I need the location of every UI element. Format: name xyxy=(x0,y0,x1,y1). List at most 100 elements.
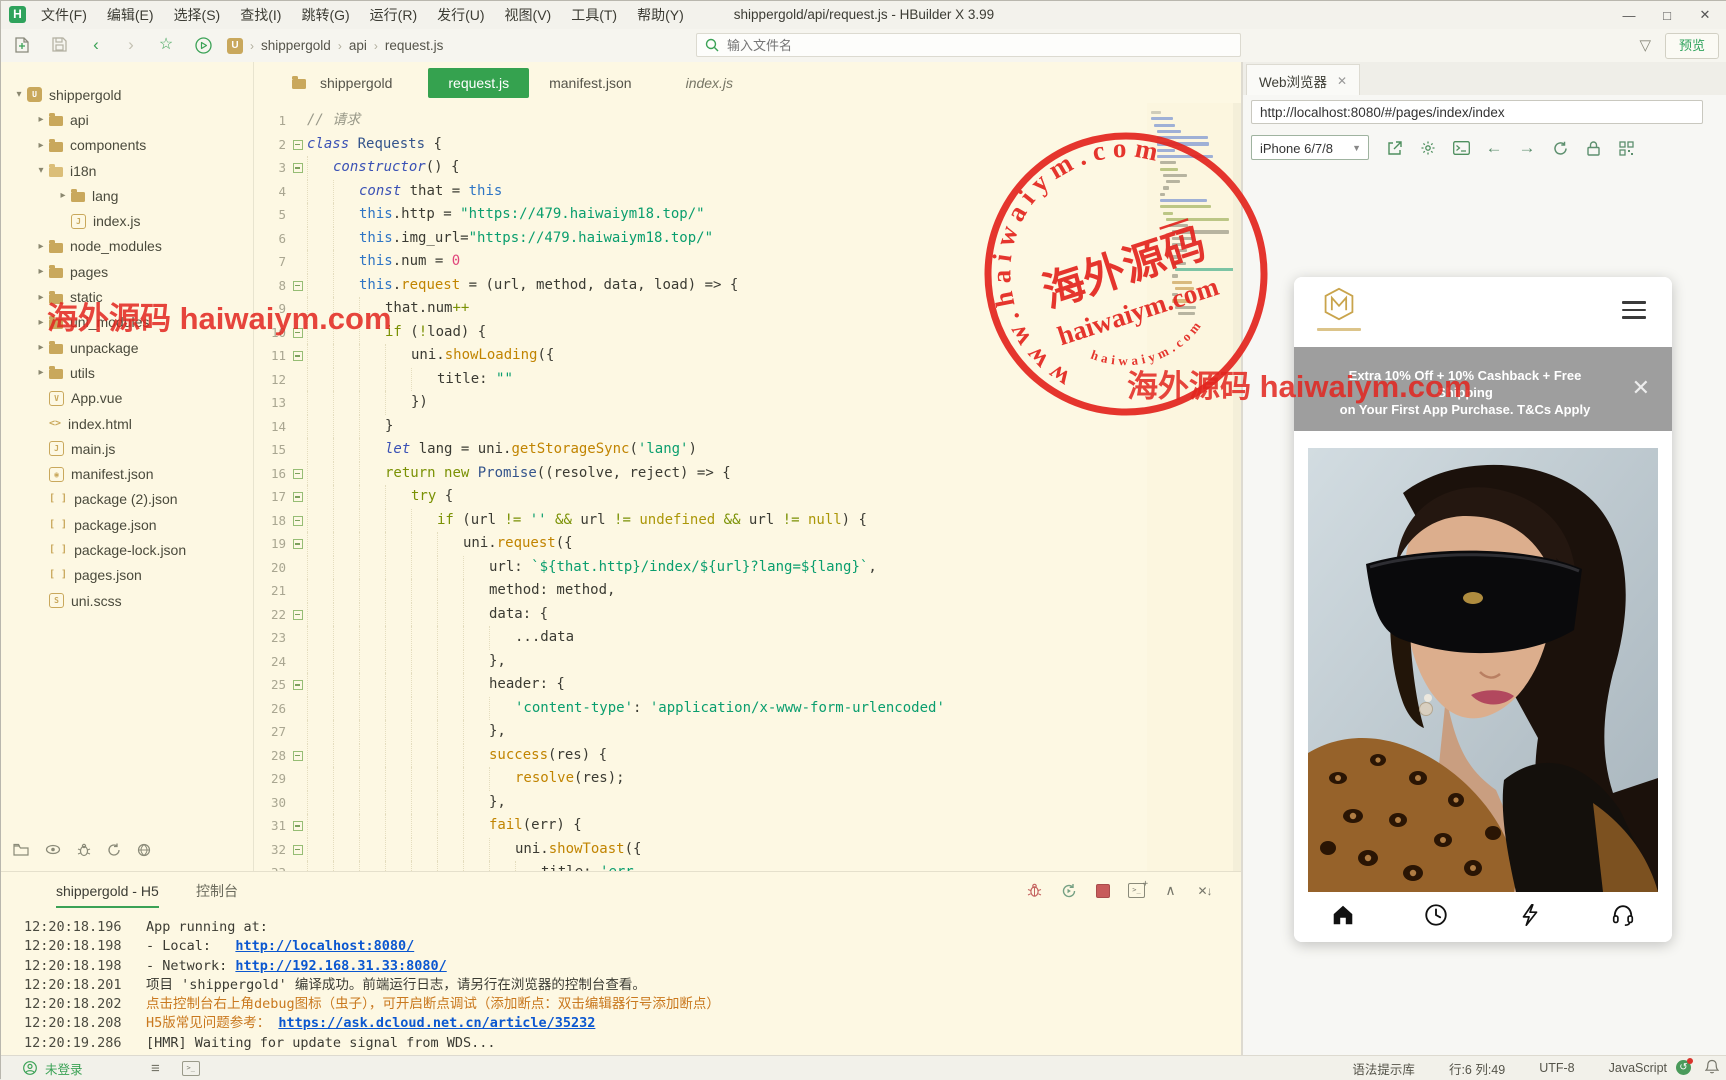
update-icon[interactable]: ↺ xyxy=(1676,1058,1693,1075)
line-number[interactable]: 33 xyxy=(254,861,289,871)
tree-chevron-right-icon[interactable]: ▸ xyxy=(55,190,71,201)
log-link[interactable]: http://localhost:8080/ xyxy=(235,938,414,954)
line-number[interactable]: 19 xyxy=(254,532,289,556)
console-icon[interactable] xyxy=(1451,138,1471,158)
line-number[interactable]: 31 xyxy=(254,814,289,838)
menu-item[interactable]: 视图(V) xyxy=(495,1,562,29)
fold-marker-icon[interactable] xyxy=(289,838,307,862)
minimap[interactable] xyxy=(1147,103,1238,871)
tree-item-package-2-json[interactable]: [ ] package (2).json xyxy=(1,487,253,512)
tree-item-uni-scss[interactable]: Suni.scss xyxy=(1,588,253,613)
tree-chevron-right-icon[interactable]: ▸ xyxy=(33,266,49,277)
editor-scrollbar[interactable] xyxy=(1233,103,1241,871)
tree-item-api[interactable]: ▸ api xyxy=(1,107,253,132)
line-number[interactable]: 1 xyxy=(254,109,289,133)
menu-item[interactable]: 工具(T) xyxy=(561,1,627,29)
open-external-icon[interactable] xyxy=(1385,138,1405,158)
menu-item[interactable]: 查找(I) xyxy=(230,1,291,29)
line-number[interactable]: 23 xyxy=(254,626,289,650)
menu-item[interactable]: 发行(U) xyxy=(427,1,494,29)
breadcrumb-file[interactable]: request.js xyxy=(385,38,444,53)
console-tab-terminal[interactable]: 控制台 xyxy=(196,876,238,906)
terminal-icon[interactable]: >_ xyxy=(181,1060,200,1076)
tree-chevron-right-icon[interactable]: ▸ xyxy=(33,114,49,125)
clock-icon[interactable] xyxy=(1423,902,1449,933)
login-status[interactable]: 未登录 xyxy=(23,1056,83,1080)
line-number[interactable]: 9 xyxy=(254,297,289,321)
tree-chevron-right-icon[interactable]: ▸ xyxy=(33,317,49,328)
line-number[interactable]: 7 xyxy=(254,250,289,274)
tree-item-main-js[interactable]: Jmain.js xyxy=(1,436,253,461)
fold-marker-icon[interactable] xyxy=(289,133,307,157)
tab-index-js[interactable]: index.js xyxy=(672,68,747,98)
tree-item-manifest-json[interactable]: ◉ manifest.json xyxy=(1,461,253,486)
refresh-icon[interactable] xyxy=(1550,138,1570,158)
fold-marker-icon[interactable] xyxy=(289,274,307,298)
line-number[interactable]: 26 xyxy=(254,697,289,721)
notification-bell-icon[interactable] xyxy=(1704,1059,1720,1077)
tree-item-node-modules[interactable]: ▸ node_modules xyxy=(1,234,253,259)
line-number[interactable]: 10 xyxy=(254,321,289,345)
save-icon[interactable] xyxy=(48,34,70,56)
tree-item-package-lock-json[interactable]: [ ] package-lock.json xyxy=(1,537,253,562)
favorite-star-icon[interactable]: ☆ xyxy=(155,34,177,56)
new-terminal-icon[interactable]: >_ + xyxy=(1128,879,1148,899)
close-tab-icon[interactable]: ✕ xyxy=(1337,74,1347,88)
line-number[interactable]: 12 xyxy=(254,368,289,392)
menu-item[interactable]: 跳转(G) xyxy=(291,1,359,29)
line-number[interactable]: 25 xyxy=(254,673,289,697)
console-tab-project[interactable]: shippergold - H5 xyxy=(56,876,159,908)
breadcrumb-folder[interactable]: api xyxy=(349,38,367,53)
stop-icon[interactable] xyxy=(1094,882,1111,899)
tree-chevron-right-icon[interactable]: ▸ xyxy=(33,241,49,252)
log-link[interactable]: http://192.168.31.33:8080/ xyxy=(235,958,446,974)
banner-close-icon[interactable]: ✕ xyxy=(1632,375,1650,401)
tree-item-index-html[interactable]: <> index.html xyxy=(1,411,253,436)
fold-marker-icon[interactable] xyxy=(289,673,307,697)
line-number[interactable]: 4 xyxy=(254,180,289,204)
line-number[interactable]: 8 xyxy=(254,274,289,298)
menu-item[interactable]: 编辑(E) xyxy=(97,1,164,29)
line-number[interactable]: 24 xyxy=(254,650,289,674)
line-number[interactable]: 29 xyxy=(254,767,289,791)
line-number[interactable]: 21 xyxy=(254,579,289,603)
tree-item-lang[interactable]: ▸ lang xyxy=(1,183,253,208)
tree-chevron-right-icon[interactable]: ▸ xyxy=(33,367,49,378)
tree-item-utils[interactable]: ▸ utils xyxy=(1,360,253,385)
tab-manifest-json[interactable]: manifest.json xyxy=(535,68,645,98)
line-number[interactable]: 28 xyxy=(254,744,289,768)
filter-icon[interactable]: ▽ xyxy=(1639,36,1651,54)
navigate-back-icon[interactable]: ‹ xyxy=(85,34,107,56)
tab-request-js[interactable]: request.js xyxy=(428,67,530,98)
new-file-icon[interactable] xyxy=(11,34,33,56)
close-button[interactable]: ✕ xyxy=(1697,7,1713,23)
tree-item-uni-modules[interactable]: ▸ uni_modules xyxy=(1,310,253,335)
line-number[interactable]: 18 xyxy=(254,509,289,533)
status-item[interactable]: 语法提示库 xyxy=(1352,1059,1415,1078)
line-number[interactable]: 16 xyxy=(254,462,289,486)
tree-item-pages[interactable]: ▸ pages xyxy=(1,259,253,284)
menu-hamburger-icon[interactable] xyxy=(1622,301,1646,319)
line-number[interactable]: 11 xyxy=(254,344,289,368)
folder-icon[interactable] xyxy=(13,843,29,857)
device-select[interactable]: iPhone 6/7/8 ▼ xyxy=(1251,135,1369,160)
fold-marker-icon[interactable] xyxy=(289,603,307,627)
line-number[interactable]: 15 xyxy=(254,438,289,462)
line-number[interactable]: 22 xyxy=(254,603,289,627)
debug-bug-icon[interactable] xyxy=(1026,882,1043,899)
log-link[interactable]: https://ask.dcloud.net.cn/article/35232 xyxy=(278,1015,595,1031)
tree-chevron-right-icon[interactable]: ▸ xyxy=(33,140,49,151)
line-number[interactable]: 17 xyxy=(254,485,289,509)
code-area[interactable]: 1// 请求 2 class Requests {3 constructor() {4… xyxy=(254,103,1147,871)
minimize-button[interactable]: — xyxy=(1621,8,1637,23)
fold-marker-icon[interactable] xyxy=(289,344,307,368)
settings-gear-icon[interactable] xyxy=(1418,138,1438,158)
tab-shippergold[interactable]: shippergold xyxy=(278,68,406,98)
fold-marker-icon[interactable] xyxy=(289,321,307,345)
menu-item[interactable]: 文件(F) xyxy=(31,1,97,29)
menu-item[interactable]: 运行(R) xyxy=(360,1,427,29)
menu-item[interactable]: 选择(S) xyxy=(164,1,231,29)
tree-item-shippergold[interactable]: ▾ Ushippergold xyxy=(1,82,253,107)
tree-chevron-right-icon[interactable]: ▸ xyxy=(33,342,49,353)
refresh-icon[interactable] xyxy=(107,843,121,857)
